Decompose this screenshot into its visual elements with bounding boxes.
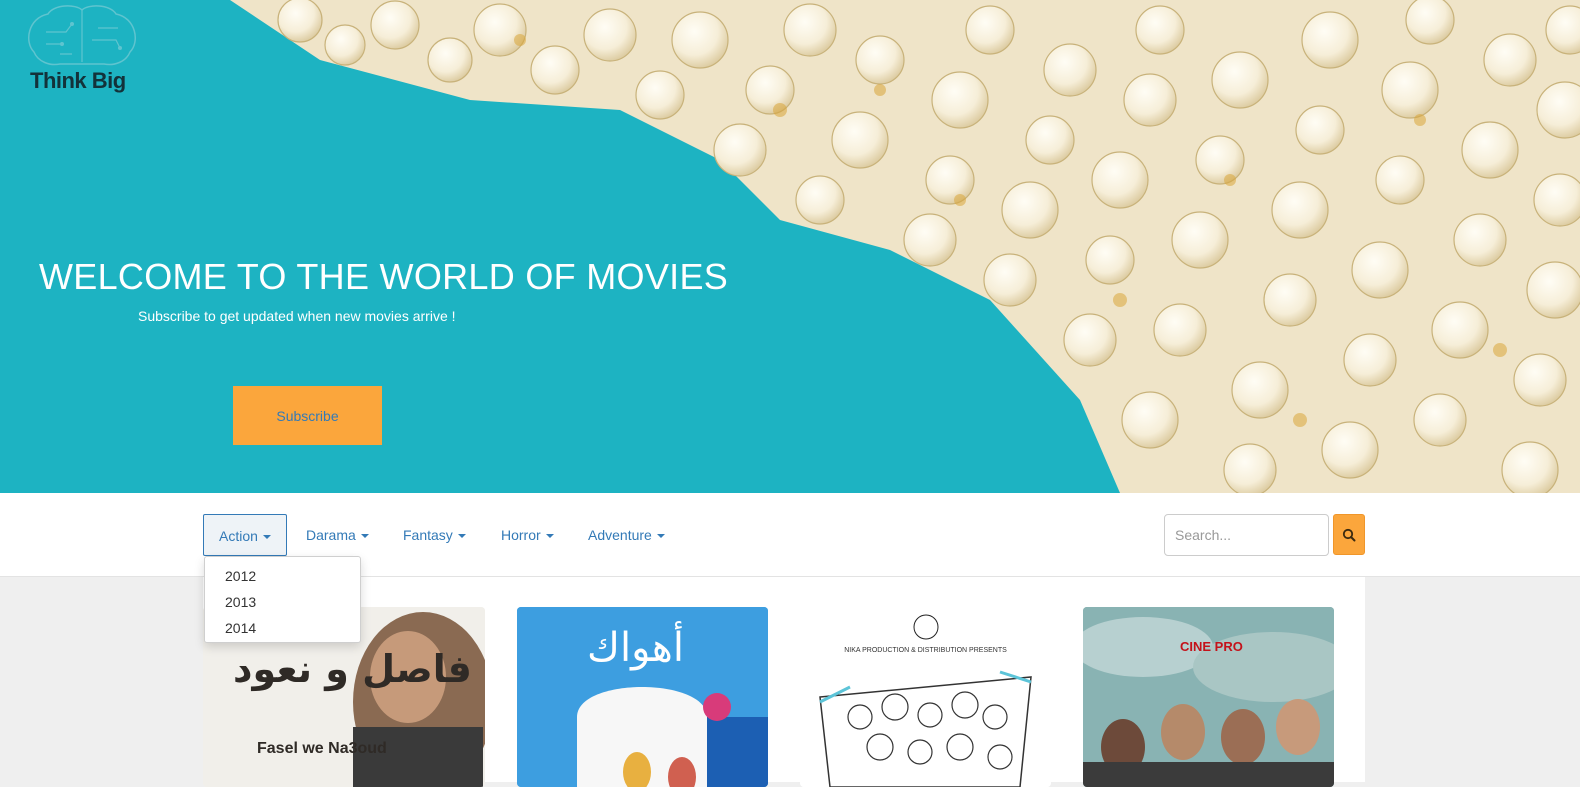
search-button[interactable] — [1333, 514, 1365, 555]
poster-arabic-title: أهواك — [587, 625, 684, 671]
dropdown-item-year[interactable]: 2014 — [205, 615, 360, 641]
nav-item-adventure[interactable]: Adventure — [588, 514, 665, 556]
nav-item-horror[interactable]: Horror — [501, 514, 554, 556]
year-dropdown-menu: 2012 2013 2014 — [204, 556, 361, 643]
hero-subtitle: Subscribe to get updated when new movies… — [138, 308, 456, 324]
poster-4-image — [1083, 607, 1334, 787]
brand-name: Think Big — [30, 68, 126, 93]
poster-english-title: Fasel we Na3oud — [257, 740, 387, 757]
caret-down-icon — [457, 534, 466, 539]
dropdown-item-year[interactable]: 2012 — [205, 563, 360, 589]
search-input[interactable] — [1164, 514, 1329, 556]
movie-poster[interactable]: NIKA PRODUCTION & DISTRIBUTION PRESENTS — [800, 607, 1051, 787]
movies-grid: فاصل و نعود Fasel we Na3oud أهواك NIKA P… — [203, 577, 1365, 787]
subscribe-button[interactable]: Subscribe — [233, 386, 382, 445]
poster-brand-logo: CINE PRO — [1180, 639, 1243, 654]
hero-title: WELCOME TO THE WORLD OF MOVIES — [39, 256, 729, 297]
nav-item-label: Fantasy — [403, 527, 453, 543]
nav-item-action[interactable]: Action — [203, 514, 287, 556]
nav-item-label: Action — [219, 528, 258, 544]
hero-banner: Think Big WELCOME TO THE WORLD OF MOVIES… — [0, 0, 1580, 493]
nav-item-drama[interactable]: Darama — [306, 514, 369, 556]
nav-item-label: Darama — [306, 527, 356, 543]
dropdown-item-year[interactable]: 2013 — [205, 589, 360, 615]
poster-header-text: NIKA PRODUCTION & DISTRIBUTION PRESENTS — [844, 647, 1007, 654]
caret-down-icon — [656, 534, 665, 539]
movie-poster[interactable]: CINE PRO — [1083, 607, 1334, 787]
poster-arabic-title: فاصل و نعود — [233, 647, 472, 691]
caret-down-icon — [360, 534, 369, 539]
caret-down-icon — [262, 535, 271, 540]
movie-poster[interactable]: أهواك — [517, 607, 768, 787]
nav-item-label: Horror — [501, 527, 541, 543]
caret-down-icon — [545, 534, 554, 539]
search-icon — [1342, 528, 1356, 541]
nav-item-fantasy[interactable]: Fantasy — [403, 514, 466, 556]
poster-3-image — [800, 607, 1051, 787]
nav-item-label: Adventure — [588, 527, 652, 543]
